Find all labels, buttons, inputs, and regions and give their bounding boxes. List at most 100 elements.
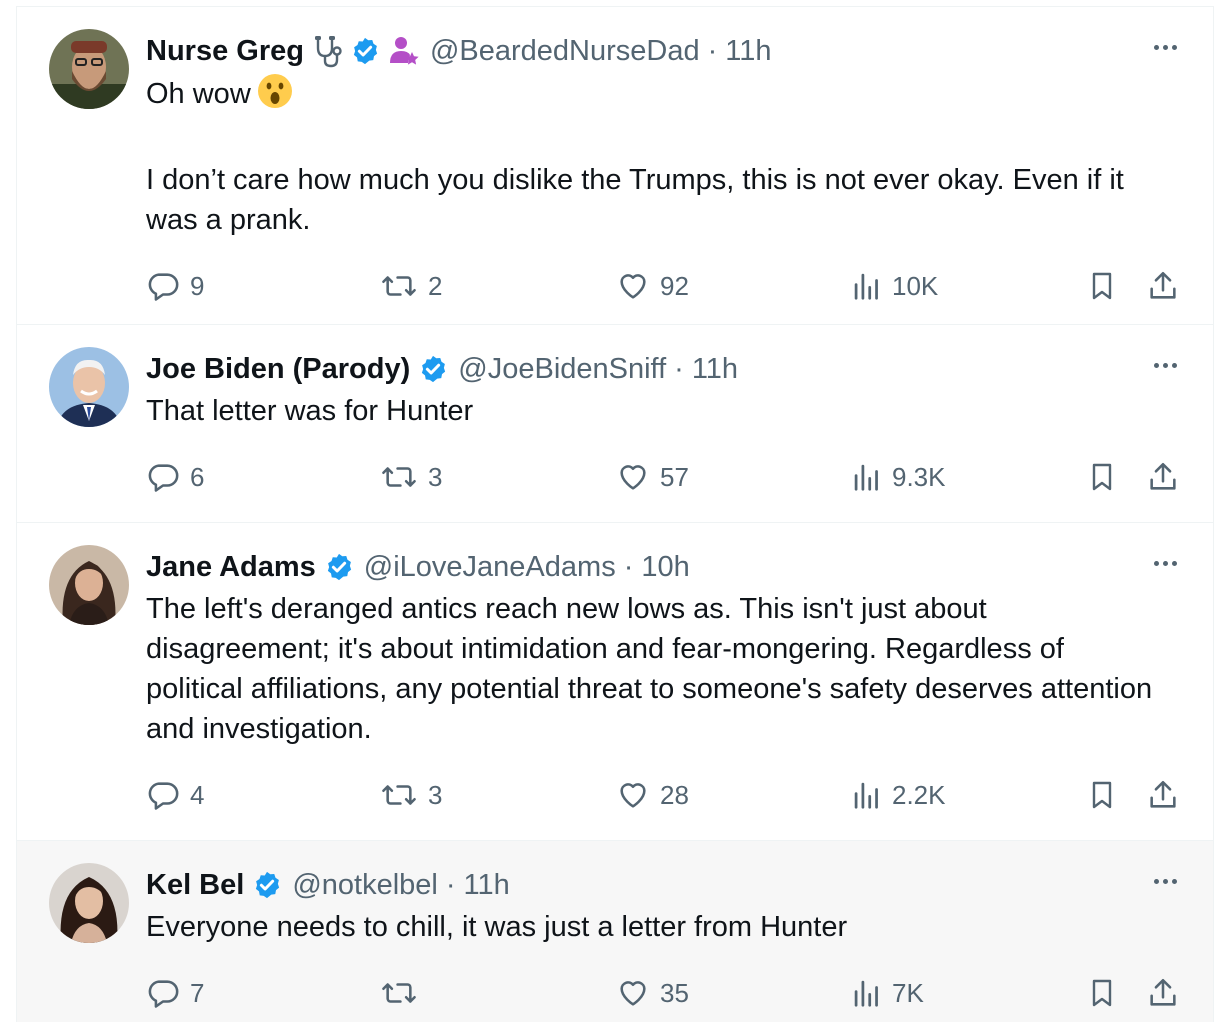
- views-icon: [852, 778, 882, 812]
- like-button[interactable]: 28: [616, 775, 689, 815]
- share-icon: [1146, 269, 1180, 303]
- author-handle[interactable]: @notkelbel: [292, 863, 438, 907]
- tweet-text: Oh wow: [146, 73, 1183, 120]
- retweet-button[interactable]: 2: [380, 266, 442, 306]
- bookmark-button[interactable]: [1086, 775, 1118, 815]
- like-count: 35: [660, 977, 689, 1008]
- share-icon: [1146, 976, 1180, 1010]
- tweet-text: Everyone needs to chill, it was just a l…: [146, 911, 848, 943]
- tweet[interactable]: Nurse Greg @BeardedNurseDad · 11h Oh wow…: [17, 7, 1213, 325]
- views-icon: [852, 460, 882, 494]
- views-button[interactable]: 9.3K: [852, 457, 946, 497]
- tweet-feed: Nurse Greg @BeardedNurseDad · 11h Oh wow…: [16, 6, 1214, 1022]
- verified-badge-icon[interactable]: [350, 36, 380, 66]
- tweet[interactable]: Jane Adams @iLoveJaneAdams · 10h The lef…: [17, 523, 1213, 841]
- like-count: 57: [660, 461, 689, 492]
- stethoscope-icon: [312, 34, 342, 68]
- tweet-text: The left's deranged antics reach new low…: [146, 593, 1161, 745]
- views-count: 9.3K: [892, 461, 946, 492]
- author-name[interactable]: Joe Biden (Parody): [146, 347, 410, 391]
- like-count: 92: [660, 270, 689, 301]
- tweet[interactable]: Kel Bel @notkelbel · 11h Everyone needs …: [17, 841, 1213, 1022]
- share-button[interactable]: [1146, 266, 1180, 306]
- bookmark-icon: [1086, 460, 1118, 494]
- reply-count: 9: [190, 270, 205, 301]
- avatar[interactable]: [49, 545, 129, 625]
- action-bar: 4 3 28 2.2K: [146, 775, 1183, 835]
- share-button[interactable]: [1146, 973, 1180, 1013]
- like-icon: [616, 460, 650, 494]
- retweet-count: 2: [428, 270, 443, 301]
- author-name[interactable]: Jane Adams: [146, 545, 316, 589]
- reply-icon: [146, 460, 180, 494]
- author-handle[interactable]: @JoeBidenSniff: [458, 347, 666, 391]
- author-handle[interactable]: @BeardedNurseDad: [430, 29, 700, 73]
- author-handle[interactable]: @iLoveJaneAdams: [364, 545, 616, 589]
- author-name[interactable]: Kel Bel: [146, 863, 244, 907]
- reply-count: 4: [190, 779, 205, 810]
- retweet-icon: [380, 460, 418, 494]
- like-button[interactable]: 35: [616, 973, 689, 1013]
- retweet-icon: [380, 269, 418, 303]
- views-button[interactable]: 7K: [852, 973, 924, 1013]
- share-button[interactable]: [1146, 457, 1180, 497]
- more-options-icon[interactable]: [1154, 561, 1177, 566]
- verified-badge-icon[interactable]: [252, 870, 282, 900]
- bookmark-icon: [1086, 269, 1118, 303]
- separator: ·: [445, 869, 456, 901]
- astonished-face-emoji: [257, 73, 293, 120]
- action-bar: 7 35 7K: [146, 973, 1183, 1022]
- author-name[interactable]: Nurse Greg: [146, 29, 304, 73]
- retweet-icon: [380, 778, 418, 812]
- timestamp[interactable]: 10h: [641, 545, 689, 589]
- retweet-button[interactable]: 3: [380, 775, 442, 815]
- action-bar: 9 2 92 10K: [146, 266, 1183, 326]
- more-options-icon[interactable]: [1154, 879, 1177, 884]
- person-star-icon: [388, 35, 420, 67]
- bookmark-icon: [1086, 778, 1118, 812]
- retweet-button[interactable]: [380, 973, 428, 1013]
- reply-button[interactable]: 7: [146, 973, 204, 1013]
- tweet-text-paragraph: I don’t care how much you dislike the Tr…: [146, 164, 1132, 236]
- bookmark-button[interactable]: [1086, 266, 1118, 306]
- bookmark-button[interactable]: [1086, 973, 1118, 1013]
- reply-icon: [146, 778, 180, 812]
- reply-icon: [146, 269, 180, 303]
- avatar[interactable]: [49, 863, 129, 943]
- timestamp[interactable]: 11h: [692, 347, 738, 391]
- bookmark-button[interactable]: [1086, 457, 1118, 497]
- separator: ·: [674, 353, 684, 385]
- reply-button[interactable]: 9: [146, 266, 204, 306]
- separator: ·: [707, 35, 718, 67]
- retweet-icon: [380, 976, 418, 1010]
- like-icon: [616, 976, 650, 1010]
- share-icon: [1146, 778, 1180, 812]
- more-options-icon[interactable]: [1154, 45, 1177, 50]
- like-button[interactable]: 57: [616, 457, 689, 497]
- avatar[interactable]: [49, 347, 129, 427]
- tweet-text-line: Oh wow: [146, 78, 251, 110]
- avatar[interactable]: [49, 29, 129, 109]
- timestamp[interactable]: 11h: [464, 863, 510, 907]
- reply-button[interactable]: 6: [146, 457, 204, 497]
- more-options-icon[interactable]: [1154, 363, 1177, 368]
- bookmark-icon: [1086, 976, 1118, 1010]
- views-icon: [852, 976, 882, 1010]
- share-button[interactable]: [1146, 775, 1180, 815]
- verified-badge-icon[interactable]: [418, 354, 448, 384]
- timestamp[interactable]: 11h: [725, 29, 771, 73]
- tweet[interactable]: Joe Biden (Parody) @JoeBidenSniff · 11h …: [17, 325, 1213, 523]
- like-button[interactable]: 92: [616, 266, 689, 306]
- views-button[interactable]: 10K: [852, 266, 938, 306]
- tweet-text: That letter was for Hunter: [146, 395, 474, 427]
- views-count: 2.2K: [892, 779, 946, 810]
- separator: ·: [623, 551, 634, 583]
- reply-icon: [146, 976, 180, 1010]
- verified-badge-icon[interactable]: [324, 552, 354, 582]
- reply-count: 7: [190, 977, 205, 1008]
- retweet-button[interactable]: 3: [380, 457, 442, 497]
- reply-button[interactable]: 4: [146, 775, 204, 815]
- views-icon: [852, 269, 882, 303]
- like-icon: [616, 778, 650, 812]
- views-button[interactable]: 2.2K: [852, 775, 946, 815]
